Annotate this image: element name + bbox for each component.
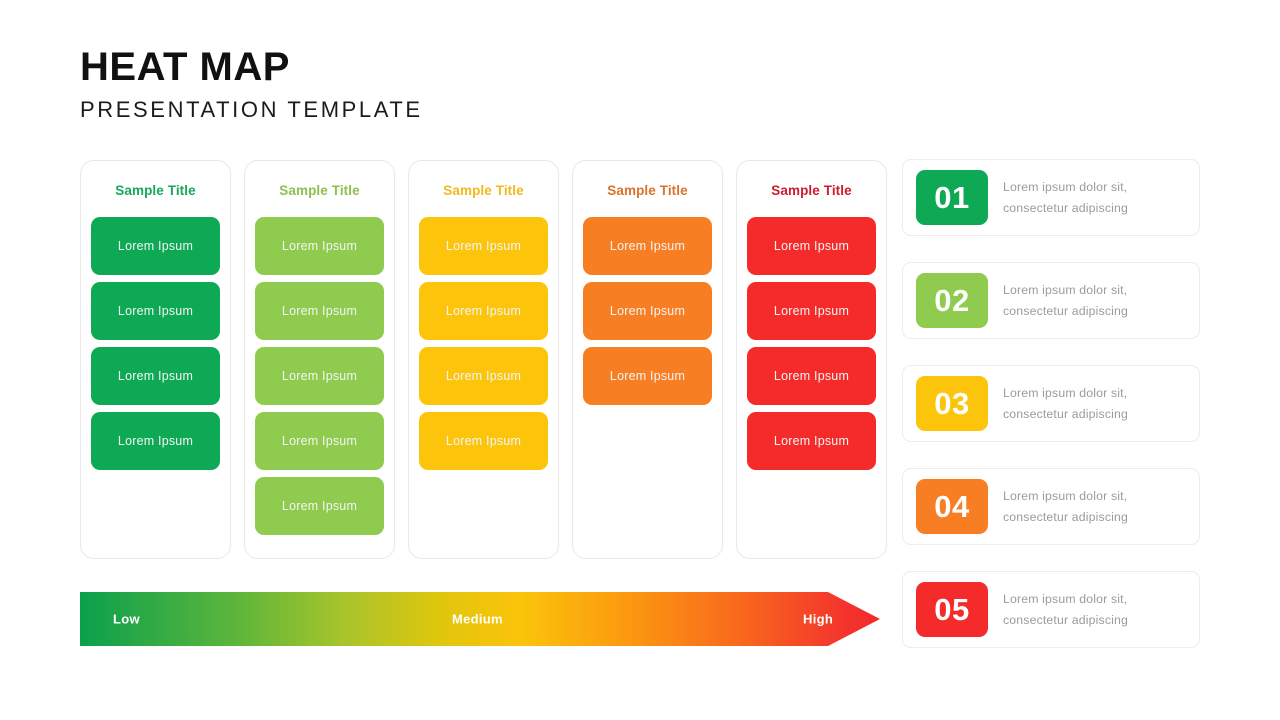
heatmap-column[interactable]: Sample Title Lorem Ipsum Lorem Ipsum Lorem …	[80, 160, 231, 559]
heatmap-column[interactable]: Sample Title Lorem Ipsum Lorem Ipsum Lorem …	[736, 160, 887, 559]
legend-label-low: Low	[113, 611, 140, 627]
heatmap-cell[interactable]: Lorem Ipsum	[91, 412, 220, 470]
legend-label-high: High	[803, 611, 834, 627]
column-title: Sample Title	[443, 183, 524, 198]
heatmap-cell[interactable]: Lorem Ipsum	[91, 347, 220, 405]
heatmap-column[interactable]: Sample Title Lorem Ipsum Lorem Ipsum Lorem …	[408, 160, 559, 559]
heatmap-cell[interactable]: Lorem Ipsum	[747, 412, 876, 470]
heatmap-cell[interactable]: Lorem Ipsum	[255, 412, 384, 470]
heatmap-cell[interactable]: Lorem Ipsum	[747, 282, 876, 340]
column-title: Sample Title	[279, 183, 360, 198]
list-item-number-badge: 05	[916, 582, 988, 637]
list-item-number-badge: 03	[916, 376, 988, 431]
heatmap-cell[interactable]: Lorem Ipsum	[583, 347, 712, 405]
list-item[interactable]: 03 Lorem ipsum dolor sit, consectetur adi…	[902, 365, 1200, 442]
page-subtitle: PRESENTATION TEMPLATE	[80, 97, 423, 122]
list-item-number-badge: 01	[916, 170, 988, 225]
list-item-number-badge: 04	[916, 479, 988, 534]
heatmap-column[interactable]: Sample Title Lorem Ipsum Lorem Ipsum Lorem …	[244, 160, 395, 559]
heatmap-cell[interactable]: Lorem Ipsum	[419, 217, 548, 275]
legend-label-medium: Medium	[452, 611, 503, 627]
heatmap-cell[interactable]: Lorem Ipsum	[255, 217, 384, 275]
heatmap-cell[interactable]: Lorem Ipsum	[91, 282, 220, 340]
heatmap-column[interactable]: Sample Title Lorem Ipsum Lorem Ipsum Lorem …	[572, 160, 723, 559]
list-item-text: Lorem ipsum dolor sit, consectetur adipi…	[1003, 180, 1128, 215]
heatmap-cell[interactable]: Lorem Ipsum	[419, 282, 548, 340]
heatmap-cell[interactable]: Lorem Ipsum	[419, 412, 548, 470]
list-item-text: Lorem ipsum dolor sit, consectetur adipi…	[1003, 283, 1128, 318]
list-item-text: Lorem ipsum dolor sit, consectetur adipi…	[1003, 489, 1128, 524]
heatmap-cell[interactable]: Lorem Ipsum	[747, 347, 876, 405]
list-item[interactable]: 02 Lorem ipsum dolor sit, consectetur adi…	[902, 262, 1200, 339]
list-item-text: Lorem ipsum dolor sit, consectetur adipi…	[1003, 386, 1128, 421]
heatmap-cell[interactable]: Lorem Ipsum	[583, 217, 712, 275]
heat-scale-legend: Low Medium High	[80, 592, 880, 646]
list-item-number-badge: 02	[916, 273, 988, 328]
list-item-text: Lorem ipsum dolor sit, consectetur adipi…	[1003, 592, 1128, 627]
list-item[interactable]: 01 Lorem ipsum dolor sit, consectetur adi…	[902, 159, 1200, 236]
column-title: Sample Title	[771, 183, 852, 198]
list-item[interactable]: 05 Lorem ipsum dolor sit, consectetur adi…	[902, 571, 1200, 648]
heatmap-cell[interactable]: Lorem Ipsum	[255, 477, 384, 535]
numbered-list: 01 Lorem ipsum dolor sit, consectetur adi…	[902, 159, 1200, 648]
heatmap-cell[interactable]: Lorem Ipsum	[419, 347, 548, 405]
heatmap-cell[interactable]: Lorem Ipsum	[747, 217, 876, 275]
column-title: Sample Title	[607, 183, 688, 198]
heatmap-cell[interactable]: Lorem Ipsum	[91, 217, 220, 275]
title-block: HEAT MAP PRESENTATION TEMPLATE	[80, 46, 423, 123]
heatmap-cell[interactable]: Lorem Ipsum	[255, 282, 384, 340]
heatmap-cell[interactable]: Lorem Ipsum	[255, 347, 384, 405]
page-title: HEAT MAP	[80, 45, 290, 89]
column-title: Sample Title	[115, 183, 196, 198]
list-item[interactable]: 04 Lorem ipsum dolor sit, consectetur adi…	[902, 468, 1200, 545]
slide-canvas: HEAT MAP PRESENTATION TEMPLATE Sample Ti…	[0, 0, 1280, 720]
heatmap-columns: Sample Title Lorem Ipsum Lorem Ipsum Lorem …	[80, 160, 887, 559]
heatmap-cell[interactable]: Lorem Ipsum	[583, 282, 712, 340]
